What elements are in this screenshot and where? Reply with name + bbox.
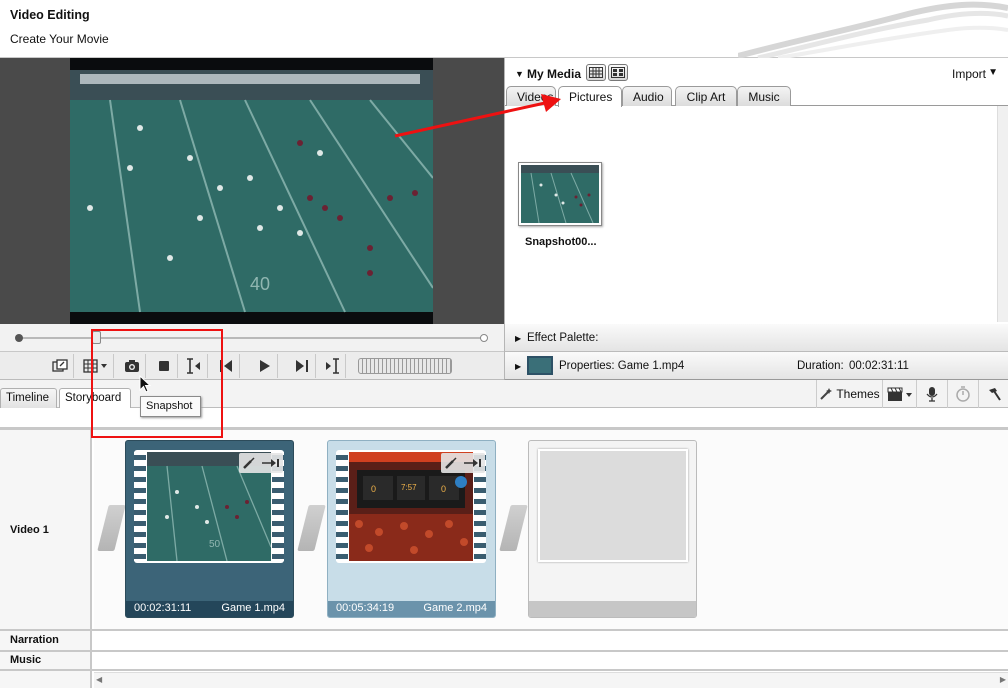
clip-duration: 00:02:31:11 xyxy=(134,602,192,614)
empty-slot-placeholder xyxy=(538,449,688,562)
list-view-button[interactable] xyxy=(586,64,606,81)
clip-thumbnail-icon xyxy=(527,356,553,375)
brush-icon[interactable] xyxy=(242,456,256,470)
tab-audio[interactable]: Audio xyxy=(622,86,672,106)
storyboard-clip[interactable]: 50 00:02:31:11 Game 1.mp4 xyxy=(125,440,294,618)
grid-small-icon xyxy=(589,67,603,78)
clip-duration: 00:05:34:19 xyxy=(336,602,395,614)
app-subtitle: Create Your Movie xyxy=(10,32,109,46)
clip-footer: 00:05:34:19 Game 2.mp4 xyxy=(328,601,495,617)
scroll-right-icon[interactable]: ▶ xyxy=(1000,675,1006,684)
scroll-left-icon[interactable]: ◀ xyxy=(96,675,102,684)
chevron-down-icon[interactable]: ▼ xyxy=(988,67,998,78)
effect-palette-bar[interactable]: ▶ Effect Palette: xyxy=(504,324,1008,352)
import-button[interactable]: Import xyxy=(952,67,986,81)
transition-arrow-icon[interactable] xyxy=(463,457,483,469)
svg-text:40: 40 xyxy=(250,274,270,294)
clip-actions xyxy=(239,453,283,473)
app-title: Video Editing xyxy=(10,8,90,22)
duration-value: 00:02:31:11 xyxy=(849,360,909,372)
scrub-start-marker[interactable] xyxy=(15,334,23,342)
svg-text:7:57: 7:57 xyxy=(401,483,417,492)
effect-palette-label: Effect Palette: xyxy=(527,332,599,344)
media-content: Snapshot00... xyxy=(505,106,997,322)
step-forward-button[interactable] xyxy=(288,354,316,378)
tools-button[interactable] xyxy=(978,380,1008,408)
clip-filename: Game 2.mp4 xyxy=(423,602,487,614)
timer-button[interactable] xyxy=(947,380,978,408)
transport-toolbar xyxy=(0,352,504,380)
play-icon xyxy=(259,360,270,372)
expand-arrow-icon: ▶ xyxy=(515,362,522,371)
snapshot-tooltip: Snapshot xyxy=(140,396,201,417)
scrub-track[interactable] xyxy=(18,337,485,339)
expand-arrow-icon: ▶ xyxy=(515,334,522,343)
snapshot-thumbnail[interactable] xyxy=(518,162,602,226)
row-divider xyxy=(0,650,1008,652)
thumbnail-view-button[interactable] xyxy=(608,64,628,81)
clip-footer xyxy=(529,601,696,617)
scrub-end-marker[interactable] xyxy=(480,334,488,342)
duration-label: Duration: xyxy=(797,360,844,372)
tab-music[interactable]: Music xyxy=(737,86,791,106)
snapshot-image xyxy=(521,165,599,224)
highlight-box xyxy=(91,329,223,438)
video-preview[interactable]: 40 xyxy=(70,58,433,324)
empty-clip-slot[interactable] xyxy=(528,440,697,618)
decorative-swoosh xyxy=(738,1,1008,58)
svg-text:0: 0 xyxy=(441,484,446,494)
film-perforation xyxy=(134,452,146,561)
transition-arrow-icon[interactable] xyxy=(261,457,281,469)
app-header: Video Editing Create Your Movie xyxy=(0,0,1008,58)
grid-large-icon xyxy=(611,67,625,78)
properties-label: Properties: Game 1.mp4 xyxy=(559,360,685,372)
row-divider xyxy=(0,629,1008,631)
my-media-panel: ▼ My Media Import ▼ Videos Pictures Audi… xyxy=(504,58,1008,324)
svg-text:50: 50 xyxy=(209,539,221,550)
football-frame-image: 40 xyxy=(70,58,433,324)
trim-end-button[interactable] xyxy=(318,354,346,378)
fullscreen-button[interactable] xyxy=(46,354,74,378)
row-label-music: Music xyxy=(10,654,42,666)
media-scrollbar[interactable] xyxy=(997,106,1008,322)
horizontal-scrollbar[interactable]: ◀ ▶ xyxy=(94,672,1008,688)
tab-clip-art[interactable]: Clip Art xyxy=(675,86,737,106)
tab-videos[interactable]: Videos xyxy=(506,86,556,106)
media-tabs: Videos Pictures Audio Clip Art Music xyxy=(505,86,1008,107)
magic-wand-icon xyxy=(820,388,833,400)
film-perforation xyxy=(336,452,348,561)
hammer-icon xyxy=(989,388,1001,401)
row-divider xyxy=(0,669,1008,671)
properties-bar[interactable]: ▶ Properties: Game 1.mp4 Duration: 00:02… xyxy=(504,352,1008,380)
snapshot-label: Snapshot00... xyxy=(525,236,597,248)
storyboard-clip[interactable]: 0 7:57 0 00:05:34:19 Game 2.mp4 xyxy=(327,440,496,618)
jog-shuttle[interactable] xyxy=(358,358,452,374)
brush-icon[interactable] xyxy=(444,456,458,470)
row-label-video: Video 1 xyxy=(10,524,49,536)
microphone-icon xyxy=(926,387,938,402)
collapse-arrow-icon[interactable]: ▼ xyxy=(515,69,524,79)
clapperboard-icon xyxy=(887,387,912,401)
narration-button[interactable] xyxy=(916,380,947,408)
clip-actions xyxy=(441,453,485,473)
clapper-dropdown[interactable] xyxy=(882,380,916,408)
tab-timeline[interactable]: Timeline xyxy=(0,388,57,409)
themes-button[interactable]: Themes xyxy=(816,380,882,408)
media-title: My Media xyxy=(527,67,582,81)
mouse-cursor-icon xyxy=(139,375,152,393)
fullscreen-icon xyxy=(51,359,68,372)
themes-label: Themes xyxy=(836,387,880,401)
tab-pictures[interactable]: Pictures xyxy=(558,86,622,107)
play-button[interactable] xyxy=(250,354,278,378)
trim-end-icon xyxy=(325,358,339,374)
stopwatch-icon xyxy=(956,386,970,402)
preview-pane: 40 xyxy=(0,58,504,324)
row-label-narration: Narration xyxy=(10,634,59,646)
scrub-bar xyxy=(0,324,504,352)
clip-filename: Game 1.mp4 xyxy=(221,602,285,614)
step-forward-icon xyxy=(295,360,308,372)
clip-footer: 00:02:31:11 Game 1.mp4 xyxy=(126,601,293,617)
svg-text:0: 0 xyxy=(371,484,376,494)
